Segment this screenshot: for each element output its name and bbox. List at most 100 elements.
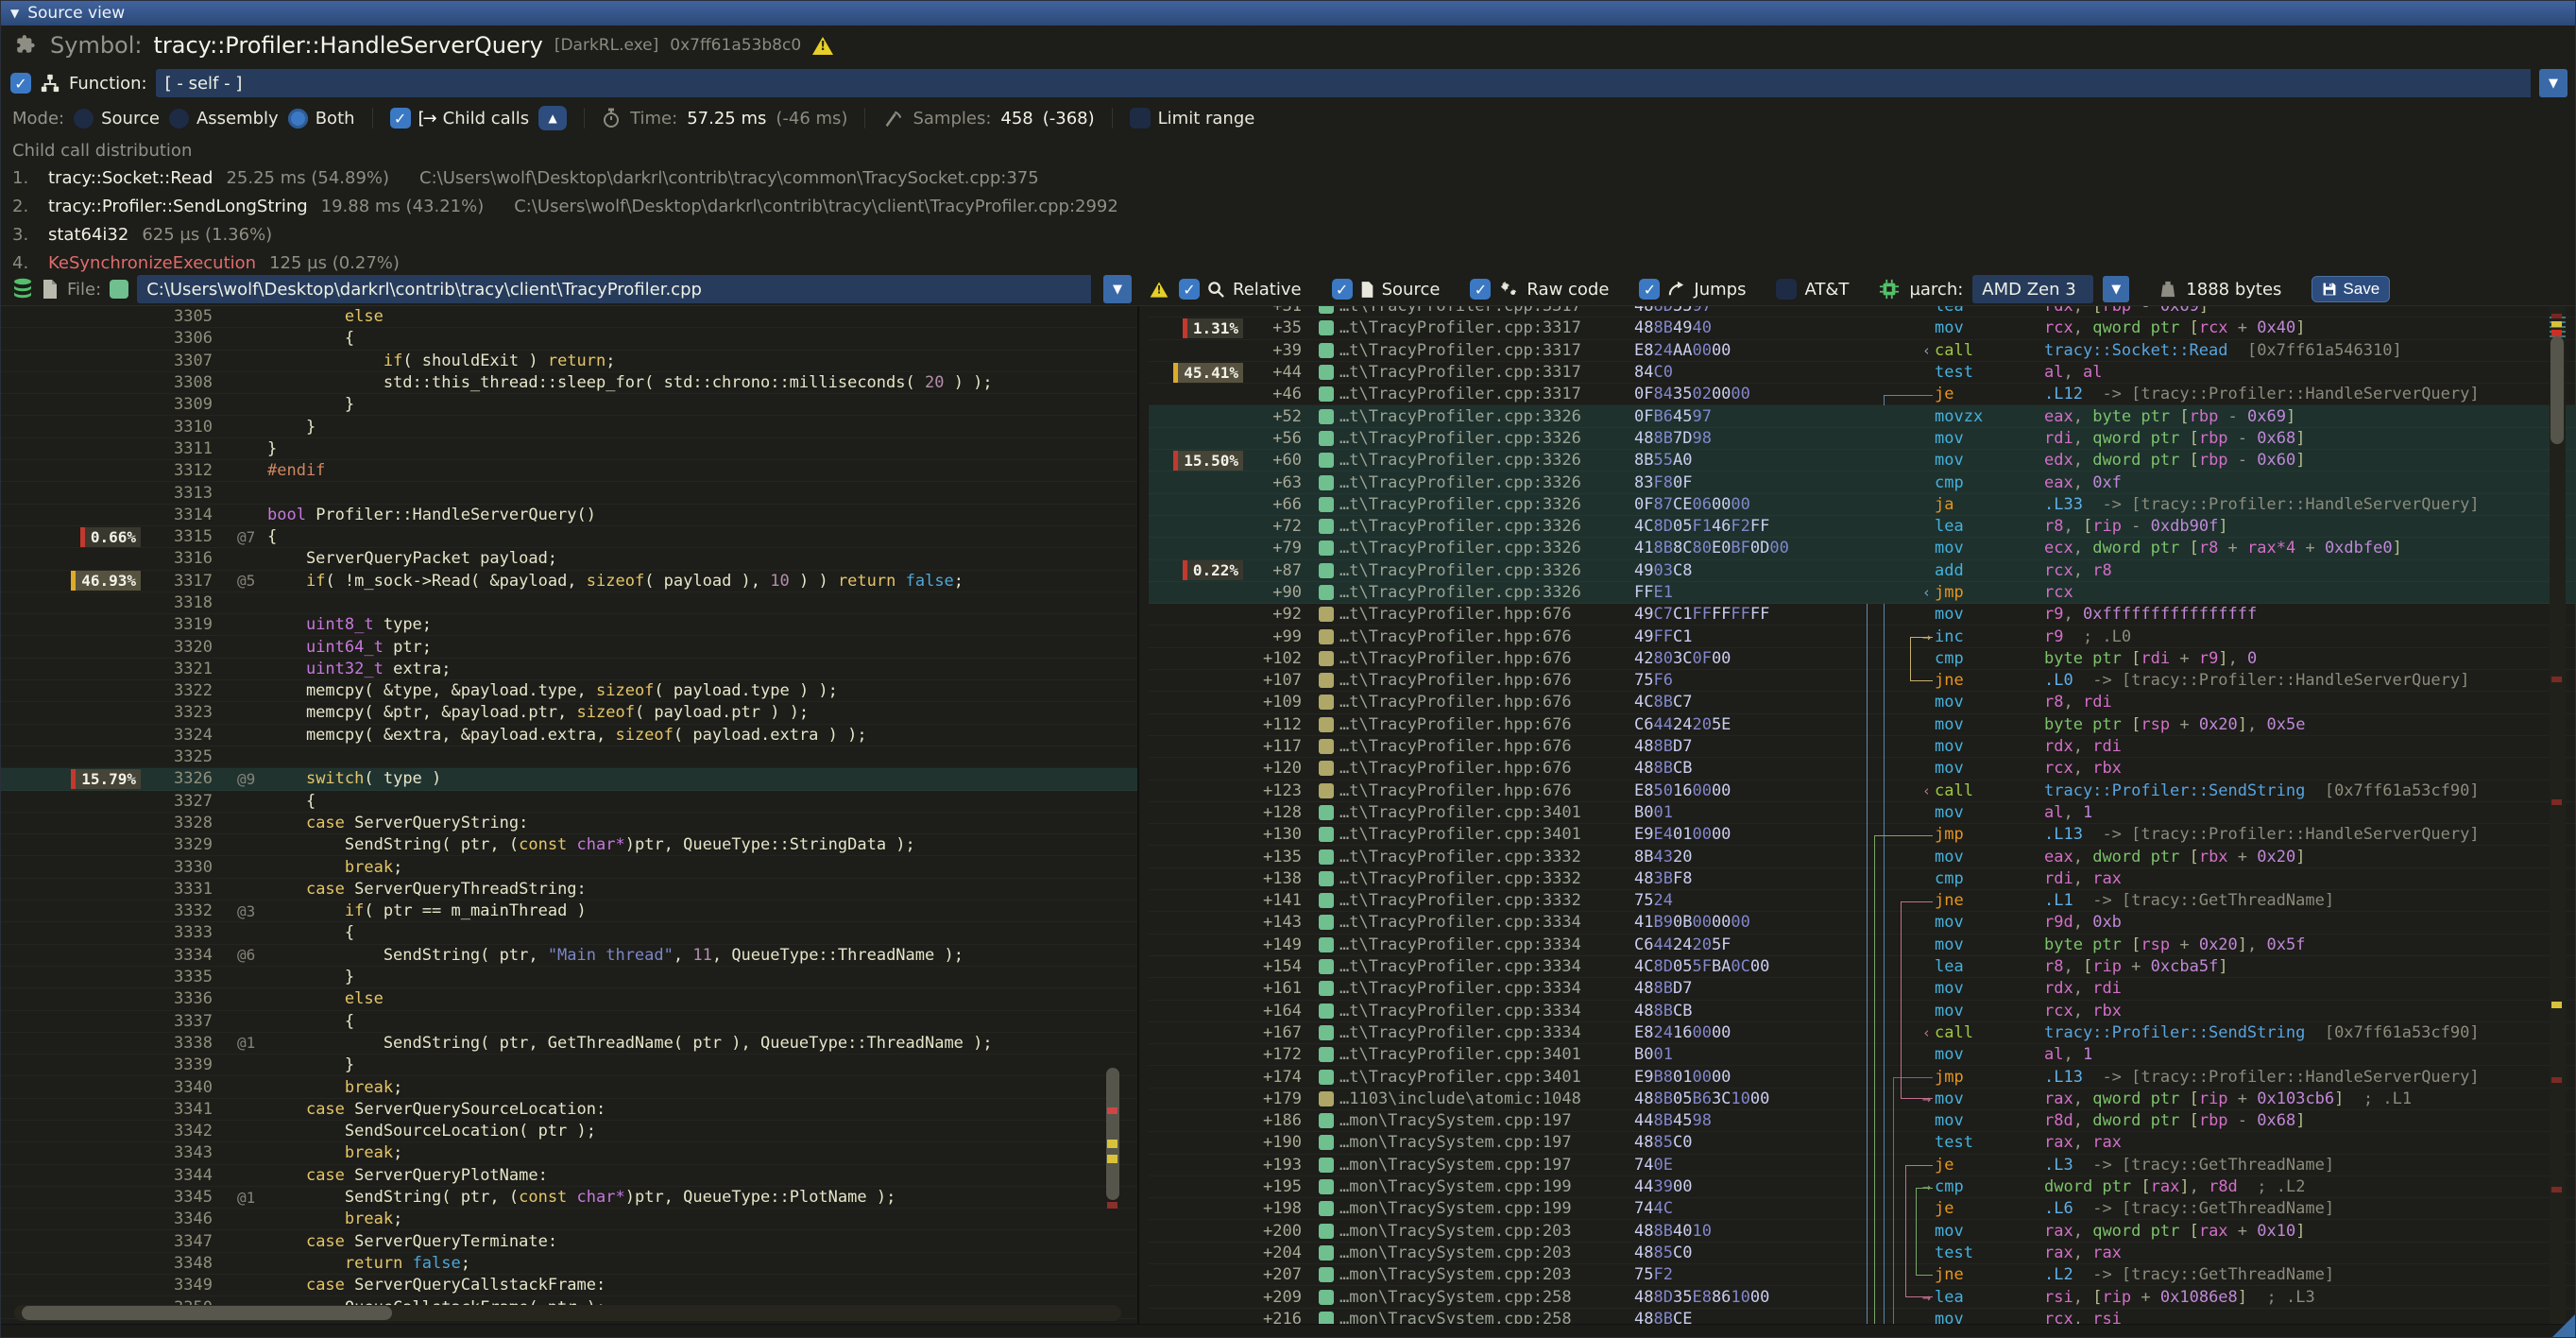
asm-row[interactable]: +56 …t\TracyProfiler.cpp:3326 488B7D98 m… [1149, 428, 2575, 450]
asm-source-ref[interactable]: …mon\TracySystem.cpp:258 [1302, 1288, 1634, 1307]
asm-row[interactable]: +107 …t\TracyProfiler.hpp:676 75F6 jne .… [1149, 670, 2575, 692]
asm-row[interactable]: +123 …t\TracyProfiler.hpp:676 E850160000… [1149, 780, 2575, 802]
asm-row[interactable]: +198 …mon\TracySystem.cpp:199 744C je .L… [1149, 1198, 2575, 1220]
asm-source-ref[interactable]: …t\TracyProfiler.cpp:3332 [1302, 848, 1634, 866]
asm-row[interactable]: +130 …t\TracyProfiler.cpp:3401 E9E401000… [1149, 824, 2575, 846]
asm-source-ref[interactable]: …t\TracyProfiler.cpp:3401 [1302, 1045, 1634, 1064]
asm-row[interactable]: +149 …t\TracyProfiler.cpp:3334 C64424205… [1149, 935, 2575, 956]
source-line[interactable]: 3316 ServerQueryPacket payload; [1, 548, 1137, 570]
source-line[interactable]: 3327 { [1, 791, 1137, 813]
asm-row[interactable]: +141 …t\TracyProfiler.cpp:3332 7524 jne … [1149, 890, 2575, 912]
asm-source-ref[interactable]: …t\TracyProfiler.hpp:676 [1302, 671, 1634, 690]
asm-source-ref[interactable]: …mon\TracySystem.cpp:199 [1302, 1199, 1634, 1218]
titlebar[interactable]: ▼ Source view [1, 1, 2575, 26]
asm-row[interactable]: +128 …t\TracyProfiler.cpp:3401 B001 mov … [1149, 802, 2575, 824]
source-line[interactable]: 3321 uint32_t extra; [1, 659, 1137, 680]
asm-row[interactable]: +135 …t\TracyProfiler.cpp:3332 8B4320 mo… [1149, 846, 2575, 867]
source-line[interactable]: 3349 case ServerQueryCallstackFrame: [1, 1275, 1137, 1296]
march-select[interactable]: AMD Zen 3 [1972, 275, 2093, 303]
asm-row[interactable]: 15.50% +60 …t\TracyProfiler.cpp:3326 8B5… [1149, 450, 2575, 472]
asm-source-ref[interactable]: …mon\TracySystem.cpp:199 [1302, 1177, 1634, 1196]
march-select-arrow[interactable]: ▼ [2103, 276, 2129, 302]
source-line[interactable]: 3333 { [1, 922, 1137, 944]
source-line[interactable]: 3322 memcpy( &type, &payload.type, sizeo… [1, 680, 1137, 702]
collapse-child-calls-button[interactable]: ▲ [538, 106, 567, 130]
asm-source-ref[interactable]: …t\TracyProfiler.hpp:676 [1302, 759, 1634, 778]
asm-source-ref[interactable]: …t\TracyProfiler.cpp:3317 [1302, 385, 1634, 403]
asm-row[interactable]: +143 …t\TracyProfiler.cpp:3334 41B90B000… [1149, 912, 2575, 934]
asm-source-ref[interactable]: …t\TracyProfiler.cpp:3326 [1302, 561, 1634, 580]
asm-row[interactable]: +63 …t\TracyProfiler.cpp:3326 83F80F cmp… [1149, 472, 2575, 493]
asm-row[interactable]: +99 …t\TracyProfiler.hpp:676 49FFC1 → in… [1149, 626, 2575, 647]
asm-source-ref[interactable]: …t\TracyProfiler.cpp:3317 [1302, 318, 1634, 337]
asm-source-ref[interactable]: …t\TracyProfiler.cpp:3332 [1302, 891, 1634, 910]
source-line[interactable]: 3340 break; [1, 1076, 1137, 1098]
asm-row[interactable]: +72 …t\TracyProfiler.cpp:3326 4C8D05F146… [1149, 516, 2575, 538]
asm-row[interactable]: +92 …t\TracyProfiler.hpp:676 49C7C1FFFFF… [1149, 604, 2575, 626]
asm-source-ref[interactable]: …t\TracyProfiler.cpp:3334 [1302, 1002, 1634, 1021]
resize-grip[interactable] [2552, 1314, 2575, 1337]
asm-row[interactable]: 0.22% +87 …t\TracyProfiler.cpp:3326 4903… [1149, 560, 2575, 582]
asm-row[interactable]: +164 …t\TracyProfiler.cpp:3334 488BCB mo… [1149, 1001, 2575, 1022]
asm-source-ref[interactable]: …t\TracyProfiler.cpp:3401 [1302, 1068, 1634, 1087]
asm-row[interactable]: +186 …mon\TracySystem.cpp:197 448B4598 m… [1149, 1110, 2575, 1132]
asm-source-ref[interactable]: …t\TracyProfiler.cpp:3401 [1302, 803, 1634, 822]
asm-source-ref[interactable]: …t\TracyProfiler.cpp:3334 [1302, 979, 1634, 998]
source-line[interactable]: 46.93% 3317 @5 if( !m_sock->Read( &paylo… [1, 571, 1137, 592]
source-line[interactable]: 3309 } [1, 394, 1137, 416]
asm-row[interactable]: +39 …t\TracyProfiler.cpp:3317 E824AA0000… [1149, 340, 2575, 362]
child-call-item[interactable]: 4. KeSynchronizeExecution 125 µs (0.27%) [12, 249, 2575, 273]
source-line[interactable]: 3338 @1 SendString( ptr, GetThreadName( … [1, 1033, 1137, 1055]
child-call-item[interactable]: 1. tracy::Socket::Read 25.25 ms (54.89%)… [12, 163, 2575, 192]
source-horizontal-scrollbar[interactable] [14, 1305, 1121, 1321]
source-line[interactable]: 3312 #endif [1, 460, 1137, 482]
asm-source-ref[interactable]: …t\TracyProfiler.cpp:3401 [1302, 825, 1634, 844]
source-line[interactable]: 3341 case ServerQuerySourceLocation: [1, 1099, 1137, 1121]
source-line[interactable]: 3347 case ServerQueryTerminate: [1, 1230, 1137, 1252]
asm-source-ref[interactable]: …t\TracyProfiler.cpp:3326 [1302, 451, 1634, 470]
relative-checkbox[interactable]: ✓ Relative [1179, 279, 1302, 300]
source-line[interactable]: 3336 else [1, 988, 1137, 1010]
source-line[interactable]: 3334 @6 SendString( ptr, "Main thread", … [1, 945, 1137, 967]
asm-row[interactable]: +109 …t\TracyProfiler.hpp:676 4C8BC7 mov… [1149, 692, 2575, 713]
source-line[interactable]: 3339 } [1, 1055, 1137, 1076]
source-line[interactable]: 15.79% 3326 @9 switch( type ) [1, 768, 1137, 790]
asm-row[interactable]: +195 …mon\TracySystem.cpp:199 443900 → c… [1149, 1176, 2575, 1198]
asm-row[interactable]: +117 …t\TracyProfiler.hpp:676 488BD7 mov… [1149, 736, 2575, 758]
source-line[interactable]: 3345 @1 SendString( ptr, (const char*)pt… [1, 1187, 1137, 1209]
asm-source-ref[interactable]: …mon\TracySystem.cpp:203 [1302, 1222, 1634, 1241]
asm-row[interactable]: +52 …t\TracyProfiler.cpp:3326 0FB64597 m… [1149, 405, 2575, 427]
asm-row[interactable]: 1.31% +35 …t\TracyProfiler.cpp:3317 488B… [1149, 317, 2575, 339]
source-line[interactable]: 3311 } [1, 438, 1137, 460]
jumps-checkbox[interactable]: ✓ Jumps [1639, 279, 1746, 300]
file-select-arrow[interactable]: ▼ [1103, 275, 1132, 303]
source-checkbox[interactable]: ✓ Source [1332, 279, 1441, 300]
asm-row[interactable]: +154 …t\TracyProfiler.cpp:3334 4C8D055FB… [1149, 956, 2575, 978]
source-line[interactable]: 3324 memcpy( &extra, &payload.extra, siz… [1, 725, 1137, 746]
asm-row[interactable]: +193 …mon\TracySystem.cpp:197 740E je .L… [1149, 1155, 2575, 1176]
child-call-item[interactable]: 3. stat64i32 625 µs (1.36%) [12, 220, 2575, 249]
asm-source-ref[interactable]: …t\TracyProfiler.cpp:3317 [1302, 306, 1634, 316]
asm-source-ref[interactable]: …t\TracyProfiler.cpp:3326 [1302, 473, 1634, 492]
source-line[interactable]: 3314 bool Profiler::HandleServerQuery() [1, 505, 1137, 526]
source-vertical-scrollbar[interactable] [1105, 306, 1118, 1327]
function-checkbox[interactable]: ✓ [10, 73, 31, 94]
source-line[interactable]: 3337 { [1, 1011, 1137, 1033]
asm-row[interactable]: +120 …t\TracyProfiler.hpp:676 488BCB mov… [1149, 758, 2575, 780]
function-select-arrow[interactable]: ▼ [2539, 69, 2567, 97]
collapse-icon[interactable]: ▼ [10, 7, 19, 20]
file-select[interactable]: C:\Users\wolf\Desktop\darkrl\contrib\tra… [137, 275, 1091, 303]
source-line[interactable]: 3331 case ServerQueryThreadString: [1, 879, 1137, 901]
radio-assembly[interactable]: Assembly [169, 109, 279, 129]
source-line[interactable]: 3325 [1, 746, 1137, 768]
asm-source-ref[interactable]: …t\TracyProfiler.cpp:3334 [1302, 1023, 1634, 1042]
asm-source-ref[interactable]: …1103\include\atomic:1048 [1302, 1089, 1634, 1108]
asm-source-ref[interactable]: …t\TracyProfiler.cpp:3334 [1302, 913, 1634, 932]
assembly-vertical-scrollbar[interactable] [2550, 306, 2566, 1327]
asm-row[interactable]: +174 …t\TracyProfiler.cpp:3401 E9B801000… [1149, 1066, 2575, 1088]
asm-source-ref[interactable]: …t\TracyProfiler.cpp:3326 [1302, 495, 1634, 514]
asm-source-ref[interactable]: …t\TracyProfiler.cpp:3334 [1302, 935, 1634, 954]
raw-code-checkbox[interactable]: ✓ Raw code [1470, 279, 1609, 300]
asm-row[interactable]: 45.41% +44 …t\TracyProfiler.cpp:3317 84C… [1149, 362, 2575, 384]
source-line[interactable]: 3323 memcpy( &ptr, &payload.ptr, sizeof(… [1, 702, 1137, 724]
